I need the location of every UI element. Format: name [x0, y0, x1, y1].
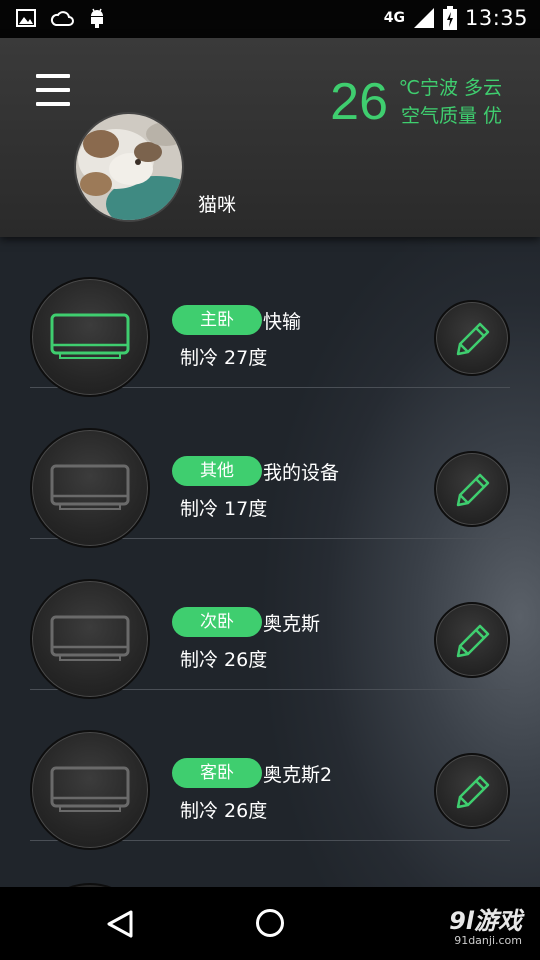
- device-status: 制冷 26度: [180, 800, 268, 822]
- android-icon: [91, 8, 103, 28]
- device-row[interactable]: 客卧 奥克斯2 制冷 26度: [30, 690, 510, 850]
- clock: 13:35: [464, 6, 528, 30]
- username: 猫咪: [198, 194, 237, 216]
- signal-icon: [413, 8, 434, 28]
- device-name: 我的设备: [263, 462, 340, 484]
- status-bar: 4G 13:35: [0, 0, 540, 38]
- weather-location-condition: ℃宁波 多云: [398, 77, 502, 99]
- air-conditioner-icon: [50, 615, 130, 661]
- system-status: 4G 13:35: [384, 6, 528, 30]
- watermark-logo: 9l游戏: [449, 907, 522, 935]
- notification-icons: [16, 7, 106, 29]
- device-row[interactable]: 次卧 奥克斯 制冷 26度: [30, 539, 510, 699]
- pencil-icon: [456, 624, 490, 658]
- device-name: 奥克斯: [263, 613, 321, 635]
- room-tag: 主卧: [172, 305, 262, 335]
- menu-button[interactable]: [36, 74, 70, 108]
- home-button[interactable]: [256, 909, 284, 937]
- device-row[interactable]: 其他 我的设备 制冷 17度: [30, 388, 510, 548]
- device-list: 主卧 快输 制冷 27度 其他 我的设备 制冷 17度 次卧 奥克斯 制冷 26…: [0, 237, 540, 887]
- cloud-icon: [50, 11, 74, 26]
- device-status: 制冷 27度: [180, 347, 268, 369]
- device-toggle[interactable]: [30, 730, 150, 850]
- device-toggle[interactable]: [30, 277, 150, 397]
- edit-button[interactable]: [434, 451, 510, 527]
- room-tag: 客卧: [172, 758, 262, 788]
- device-name: 奥克斯2: [263, 764, 333, 786]
- device-name: 快输: [263, 311, 302, 333]
- room-tag: 其他: [172, 456, 262, 486]
- pencil-icon: [456, 322, 490, 356]
- menu-icon: [36, 74, 70, 78]
- navigation-bar: 9l游戏 91danji.com: [0, 887, 540, 960]
- air-conditioner-icon: [50, 313, 130, 359]
- device-status: 制冷 17度: [180, 498, 268, 520]
- air-conditioner-icon: [50, 766, 130, 812]
- avatar[interactable]: [74, 112, 184, 222]
- watermark: 9l游戏 91danji.com: [449, 901, 522, 947]
- pencil-icon: [456, 473, 490, 507]
- edit-button[interactable]: [434, 753, 510, 829]
- device-row[interactable]: 主卧 快输 制冷 27度: [30, 237, 510, 397]
- edit-button[interactable]: [434, 300, 510, 376]
- network-type-label: 4G: [383, 10, 405, 26]
- watermark-url: 91danji.com: [454, 934, 522, 947]
- air-quality: 空气质量 优: [400, 105, 502, 127]
- device-status: 制冷 26度: [180, 649, 268, 671]
- air-conditioner-icon: [50, 464, 130, 510]
- temperature: 26: [330, 73, 388, 131]
- edit-button[interactable]: [434, 602, 510, 678]
- battery-icon: [442, 6, 457, 30]
- image-icon: [16, 9, 36, 27]
- back-button[interactable]: [106, 909, 134, 939]
- device-toggle[interactable]: [30, 428, 150, 548]
- header: 猫咪 26 ℃宁波 多云 空气质量 优: [0, 38, 540, 237]
- pencil-icon: [456, 775, 490, 809]
- room-tag: 次卧: [172, 607, 262, 637]
- device-toggle[interactable]: [30, 579, 150, 699]
- cat-photo: [76, 114, 182, 220]
